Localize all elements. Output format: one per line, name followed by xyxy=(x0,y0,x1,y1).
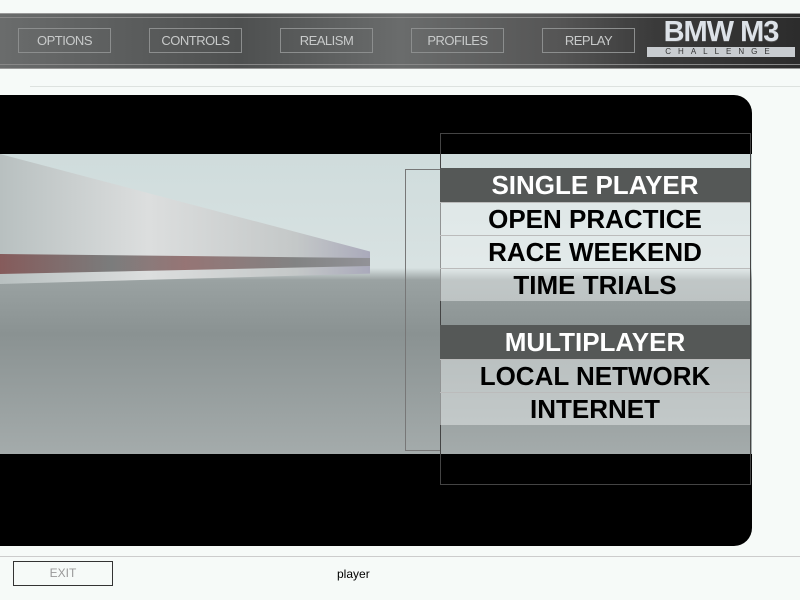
status-text: player xyxy=(337,567,370,581)
race-weekend-item[interactable]: RACE WEEKEND xyxy=(440,235,750,268)
logo-subtitle: CHALLENGE xyxy=(647,47,795,57)
replay-button[interactable]: REPLAY xyxy=(542,28,635,53)
divider xyxy=(30,86,800,87)
single-player-header: SINGLE PLAYER xyxy=(440,168,750,202)
game-logo: BMW M3 CHALLENGE xyxy=(645,18,797,62)
open-practice-item[interactable]: OPEN PRACTICE xyxy=(440,202,750,235)
bottom-divider xyxy=(0,556,800,557)
logo-title: BMW M3 xyxy=(663,16,780,48)
options-button[interactable]: OPTIONS xyxy=(18,28,111,53)
multiplayer-menu: MULTIPLAYER LOCAL NETWORK INTERNET xyxy=(440,325,750,425)
internet-item[interactable]: INTERNET xyxy=(440,392,750,425)
controls-button[interactable]: CONTROLS xyxy=(149,28,242,53)
exit-button[interactable]: EXIT xyxy=(13,561,113,586)
multiplayer-header: MULTIPLAYER xyxy=(440,325,750,359)
local-network-item[interactable]: LOCAL NETWORK xyxy=(440,359,750,392)
single-player-menu: SINGLE PLAYER OPEN PRACTICE RACE WEEKEND… xyxy=(440,168,750,301)
profiles-button[interactable]: PROFILES xyxy=(411,28,504,53)
menu-bracket xyxy=(405,169,440,451)
realism-button[interactable]: REALISM xyxy=(280,28,373,53)
time-trials-item[interactable]: TIME TRIALS xyxy=(440,268,750,301)
top-nav-bar: OPTIONS CONTROLS REALISM PROFILES REPLAY… xyxy=(0,13,800,69)
